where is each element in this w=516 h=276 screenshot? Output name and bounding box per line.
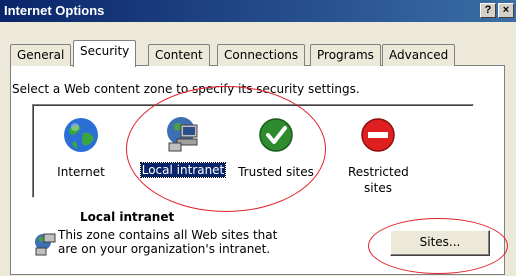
zone-list: Internet Local intranet Trusted sites Re… [32,104,474,198]
help-button[interactable]: ? [480,3,496,18]
zone-restricted-sites[interactable]: Restricted sites [333,115,423,196]
tab-advanced[interactable]: Advanced [382,44,456,66]
intranet-zone-icon [35,233,56,256]
zone-label: Trusted sites [238,165,314,179]
zone-label: Restricted sites [348,165,409,195]
network-icon [167,117,198,152]
tab-general[interactable]: General [10,44,72,66]
zone-instruction: Select a Web content zone to specify its… [12,82,360,96]
zone-local-intranet[interactable]: Local intranet [133,113,233,178]
selected-zone-title: Local intranet [80,210,175,224]
tab-content[interactable]: Content [148,44,210,66]
globe-icon [64,118,98,152]
window-title: Internet Options [4,3,105,18]
zone-trusted-sites[interactable]: Trusted sites [231,115,321,180]
zone-label: Local intranet [139,162,227,178]
no-entry-icon [361,118,395,152]
title-bar: Internet Options ? × [0,0,516,22]
checkmark-icon [259,118,293,152]
sites-button[interactable]: Sites... [390,230,490,256]
tab-connections[interactable]: Connections [217,44,306,66]
zone-internet[interactable]: Internet [51,115,111,180]
zone-description-line: This zone contains all Web sites that [58,228,278,242]
zone-description-line: are on your organization's intranet. [58,242,271,256]
tab-programs[interactable]: Programs [310,44,381,66]
zone-description: This zone contains all Web sites that ar… [58,228,277,256]
tab-security[interactable]: Security [73,40,137,67]
zone-label: Internet [57,165,105,179]
close-button[interactable]: × [498,3,514,18]
